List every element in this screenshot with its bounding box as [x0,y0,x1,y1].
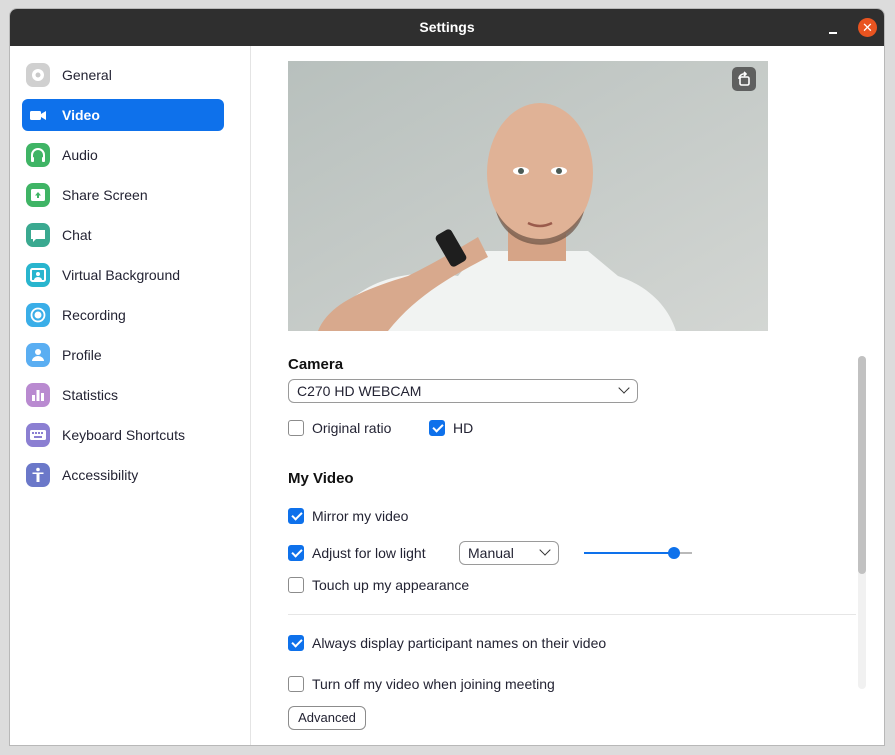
original-ratio-label: Original ratio [312,420,392,436]
camera-preview [288,61,768,331]
sidebar-item-share-screen[interactable]: Share Screen [22,179,224,211]
sidebar-item-keyboard-shortcuts[interactable]: Keyboard Shortcuts [22,419,224,451]
slider-fill [584,552,674,554]
sidebar-item-label: General [62,67,112,83]
sidebar-item-recording[interactable]: Recording [22,299,224,331]
low-light-checkbox[interactable] [288,545,304,561]
advanced-button[interactable]: Advanced [288,706,366,730]
camera-select[interactable]: C270 HD WEBCAM [288,379,638,403]
bar-chart-icon [26,383,50,407]
section-divider [288,614,856,615]
display-names-label: Always display participant names on thei… [312,635,607,651]
sidebar-item-label: Chat [62,227,92,243]
chevron-down-icon [539,544,551,556]
rotate-camera-button[interactable] [732,67,756,91]
sidebar-item-label: Share Screen [62,187,148,203]
touch-up-checkbox[interactable] [288,577,304,593]
slider-thumb[interactable] [668,547,680,559]
sidebar-item-accessibility[interactable]: Accessibility [22,459,224,491]
title-bar: Settings ✕ [10,9,884,46]
close-button[interactable]: ✕ [858,18,877,37]
video-settings-panel: Camera C270 HD WEBCAM Original ratio HD … [251,46,884,745]
accessibility-icon [26,463,50,487]
sidebar-item-general[interactable]: General [22,59,224,91]
hd-label: HD [453,420,474,436]
low-light-mode-value: Manual [468,545,514,561]
low-light-mode-select[interactable]: Manual [459,541,559,565]
sidebar-item-label: Video [62,107,100,123]
chevron-down-icon [618,382,630,394]
my-video-section-title: My Video [288,470,354,487]
low-light-label: Adjust for low light [312,545,426,561]
sidebar-item-virtual-background[interactable]: Virtual Background [22,259,224,291]
touch-up-label: Touch up my appearance [312,577,470,593]
video-camera-icon [26,103,50,127]
sidebar-item-label: Audio [62,147,98,163]
mirror-video-checkbox[interactable] [288,508,304,524]
rotate-icon [738,71,750,86]
headphones-icon [26,143,50,167]
sidebar-item-label: Virtual Background [62,267,181,283]
sidebar-item-label: Recording [62,307,126,323]
chat-bubble-icon [26,223,50,247]
settings-window: Settings ✕ General Video Audio Share Scr… [9,8,885,746]
scrollbar[interactable] [858,356,866,689]
sidebar-item-audio[interactable]: Audio [22,139,224,171]
sidebar-item-label: Keyboard Shortcuts [62,427,185,443]
minimize-button[interactable] [822,15,846,39]
sidebar-item-video[interactable]: Video [22,99,224,131]
turn-off-video-checkbox[interactable] [288,676,304,692]
person-icon [26,343,50,367]
sidebar-item-statistics[interactable]: Statistics [22,379,224,411]
sidebar-item-label: Profile [62,347,102,363]
webcam-image [288,61,768,331]
scrollbar-thumb[interactable] [858,356,866,574]
portrait-icon [26,263,50,287]
sidebar-item-label: Accessibility [62,467,139,483]
gear-icon [26,63,50,87]
original-ratio-checkbox[interactable] [288,420,304,436]
sidebar-item-profile[interactable]: Profile [22,339,224,371]
share-screen-icon [26,183,50,207]
camera-device-value: C270 HD WEBCAM [297,383,422,399]
record-icon [26,303,50,327]
low-light-slider[interactable] [584,547,692,559]
keyboard-icon [26,423,50,447]
sidebar: General Video Audio Share Screen Chat Vi… [10,46,251,745]
display-names-checkbox[interactable] [288,635,304,651]
window-title: Settings [419,19,475,35]
sidebar-item-label: Statistics [62,387,119,403]
turn-off-video-label: Turn off my video when joining meeting [312,676,555,692]
mirror-video-label: Mirror my video [312,508,409,524]
camera-section-title: Camera [288,356,344,373]
sidebar-item-chat[interactable]: Chat [22,219,224,251]
hd-checkbox[interactable] [429,420,445,436]
